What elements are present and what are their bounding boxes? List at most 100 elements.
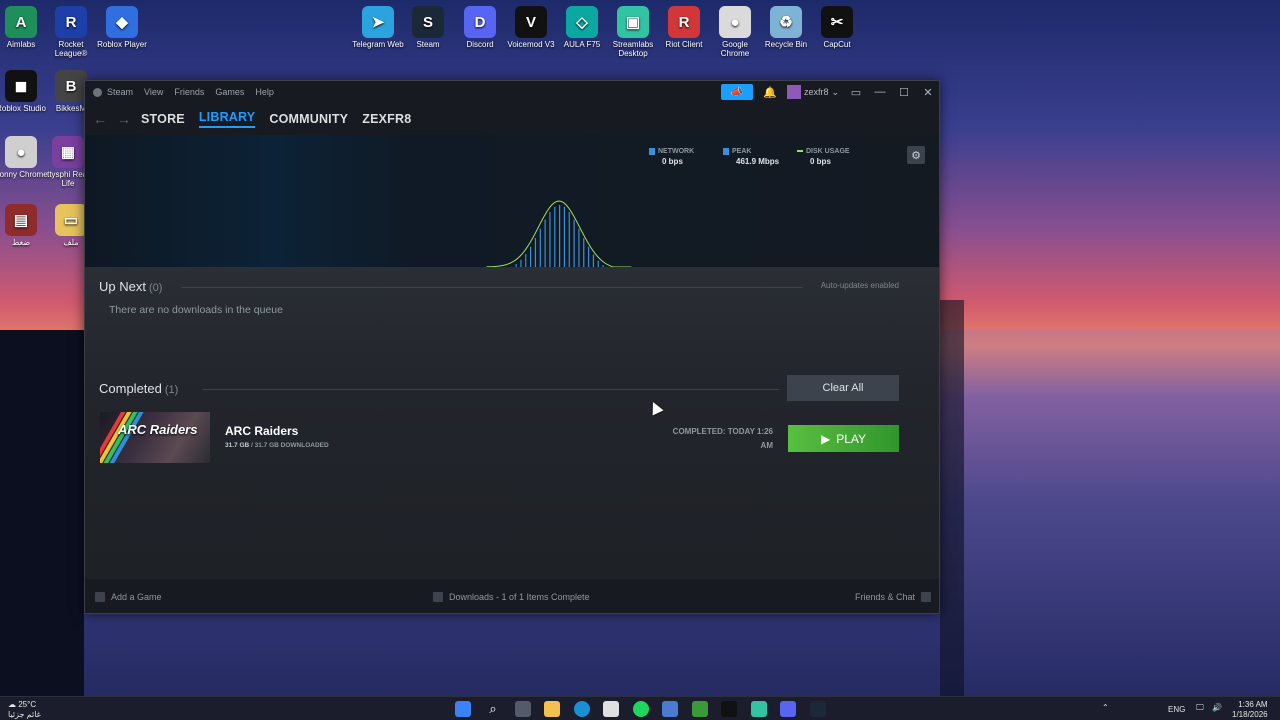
download-graph bbox=[486, 200, 632, 267]
divider bbox=[203, 389, 779, 390]
avatar bbox=[786, 85, 801, 99]
app-icon: ♻ bbox=[770, 6, 802, 38]
tab-profile[interactable]: ZEXFR8 bbox=[362, 112, 411, 126]
graph-bar bbox=[592, 254, 595, 267]
friends-chat-button[interactable]: Friends & Chat bbox=[855, 592, 931, 602]
search-icon[interactable]: ⌕ bbox=[485, 701, 501, 717]
tab-community[interactable]: COMMUNITY bbox=[269, 112, 348, 126]
game-size-total: / 31.7 GB DOWNLOADED bbox=[251, 442, 329, 449]
menu-help[interactable]: Help bbox=[255, 87, 274, 97]
desktop-icon[interactable]: ◼ Roblox Studio bbox=[0, 70, 49, 113]
desktop-icon-label: Rocket League® bbox=[54, 40, 88, 58]
desktop-icon[interactable]: ● Google Chrome bbox=[707, 6, 763, 58]
desktop-icon-label: ضغط bbox=[11, 238, 31, 247]
menu-games[interactable]: Games bbox=[215, 87, 244, 97]
tab-store[interactable]: STORE bbox=[141, 112, 185, 126]
forward-arrow-icon[interactable]: → bbox=[117, 111, 131, 127]
file-explorer-icon[interactable] bbox=[544, 701, 560, 717]
user-menu[interactable]: zexfr8 ⌄ bbox=[786, 85, 839, 99]
friends-chat-label: Friends & Chat bbox=[854, 592, 915, 602]
graph-bar bbox=[520, 259, 522, 267]
desktop-icon-label: Aimlabs bbox=[6, 40, 36, 49]
app-icon: ▣ bbox=[617, 6, 649, 38]
graph-bar bbox=[539, 228, 541, 267]
app-icon: ◼ bbox=[5, 70, 37, 102]
play-button[interactable]: ▶ PLAY bbox=[788, 425, 899, 452]
minimize-icon[interactable]: — bbox=[873, 86, 887, 98]
graph-bar bbox=[554, 206, 556, 267]
desktop-icon[interactable]: ◇ AULA F75 bbox=[554, 6, 610, 49]
megaphone-icon[interactable]: 📣 bbox=[720, 84, 753, 100]
store-icon[interactable] bbox=[603, 701, 619, 717]
app-icon: ▭ bbox=[55, 204, 87, 236]
desktop-icon[interactable]: D Discord bbox=[452, 6, 508, 49]
desktop-icon[interactable]: R Rocket League® bbox=[43, 6, 99, 58]
excel-icon[interactable] bbox=[692, 701, 708, 717]
desktop-icon-label: Recycle Bin bbox=[764, 40, 808, 49]
game-size-done: 31.7 GB bbox=[225, 442, 250, 449]
desktop-icon-label: AULA F75 bbox=[563, 40, 601, 49]
add-game-button[interactable]: Add a Game bbox=[95, 592, 162, 602]
desktop-icon[interactable]: ➤ Telegram Web bbox=[350, 6, 406, 49]
desktop-icon-label: Riot Client bbox=[665, 40, 703, 49]
voicemod-icon[interactable] bbox=[721, 701, 737, 717]
lake-reflection bbox=[940, 330, 1280, 690]
back-arrow-icon[interactable]: ← bbox=[93, 111, 107, 127]
up-next-count: (0) bbox=[148, 282, 163, 294]
desktop-icon-label: CapCut bbox=[823, 40, 851, 49]
edge-icon[interactable] bbox=[574, 701, 590, 717]
volume-icon[interactable]: 🔊 bbox=[1212, 703, 1222, 712]
close-icon[interactable]: ✕ bbox=[921, 86, 935, 99]
windows-start-icon[interactable] bbox=[455, 701, 471, 717]
desktop-icon[interactable]: ✂ CapCut bbox=[809, 6, 865, 49]
weather-widget[interactable]: ☁ 25°C غائم جزئيا bbox=[8, 700, 41, 720]
desktop-icon[interactable]: ♻ Recycle Bin bbox=[758, 6, 814, 49]
graph-bar bbox=[578, 228, 580, 267]
language-indicator[interactable]: ENG bbox=[1168, 705, 1185, 714]
username: zexfr8 bbox=[803, 87, 829, 97]
desktop-icon-label: Voicemod V3 bbox=[507, 40, 555, 49]
desktop-icon[interactable]: ▣ Streamlabs Desktop bbox=[605, 6, 661, 58]
desktop-icon[interactable]: ◆ Roblox Player bbox=[94, 6, 150, 49]
clock[interactable]: 1:36 AM 1/18/2026 bbox=[1232, 700, 1268, 720]
menu-view[interactable]: View bbox=[144, 87, 163, 97]
completed-count: (1) bbox=[164, 384, 179, 396]
desktop-icon[interactable]: R Riot Client bbox=[656, 6, 712, 49]
desktop-icon[interactable]: V Voicemod V3 bbox=[503, 6, 559, 49]
plus-icon bbox=[95, 592, 105, 602]
clear-all-button[interactable]: Clear All bbox=[787, 375, 899, 401]
graph-bar bbox=[568, 211, 570, 267]
menu-friends[interactable]: Friends bbox=[174, 87, 204, 97]
game-title[interactable]: ARC Raiders bbox=[225, 424, 298, 438]
desktop-icon[interactable]: ▤ ضغط bbox=[0, 204, 49, 247]
spotify-icon[interactable] bbox=[633, 701, 649, 717]
queue-empty-text: There are no downloads in the queue bbox=[109, 304, 283, 316]
graph-bar bbox=[559, 205, 561, 267]
downloads-status[interactable]: Downloads - 1 of 1 Items Complete bbox=[433, 592, 590, 602]
tab-library[interactable]: LIBRARY bbox=[198, 110, 256, 128]
app-icon: ● bbox=[719, 6, 751, 38]
maximize-icon[interactable]: ☐ bbox=[897, 86, 911, 99]
desktop-icon[interactable]: S Steam bbox=[400, 6, 456, 49]
footer-bar: Add a Game Downloads - 1 of 1 Items Comp… bbox=[85, 579, 939, 613]
app-icon: ● bbox=[5, 136, 37, 168]
game-thumbnail[interactable]: ARC Raiders bbox=[100, 412, 210, 463]
discord-icon[interactable] bbox=[780, 701, 796, 717]
bell-icon[interactable]: 🔔 bbox=[763, 86, 777, 99]
chevron-up-icon[interactable]: ⌃ bbox=[1102, 703, 1109, 712]
app-icon: ✂ bbox=[821, 6, 853, 38]
app-icon[interactable] bbox=[662, 701, 678, 717]
palm-silhouette bbox=[0, 330, 84, 696]
main-nav: ← → STORE LIBRARY COMMUNITY ZEXFR8 bbox=[85, 103, 939, 135]
network-icon[interactable]: 🖵 bbox=[1196, 703, 1204, 713]
app-icon: A bbox=[5, 6, 37, 38]
monitor-icon[interactable]: ▭ bbox=[849, 86, 863, 99]
desktop-icon[interactable]: A Aimlabs bbox=[0, 6, 49, 49]
streamlabs-icon[interactable] bbox=[751, 701, 767, 717]
steam-icon[interactable] bbox=[810, 701, 826, 717]
menu-steam[interactable]: Steam bbox=[107, 87, 133, 97]
task-view-icon[interactable] bbox=[515, 701, 531, 717]
app-icon: ◇ bbox=[566, 6, 598, 38]
desktop-icon-label: Roblox Studio bbox=[0, 104, 46, 113]
app-icon: ▤ bbox=[5, 204, 37, 236]
